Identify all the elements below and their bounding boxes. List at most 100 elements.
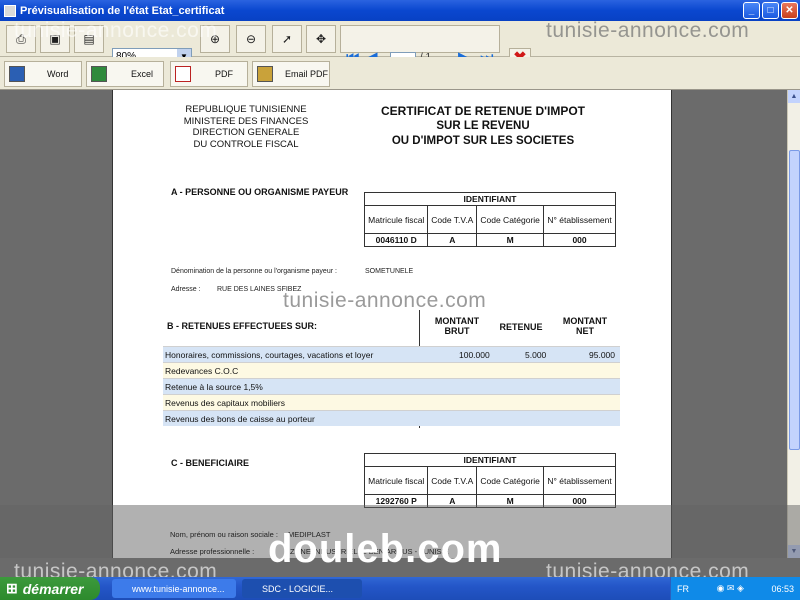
start-button[interactable]: ⊞ démarrer bbox=[0, 577, 100, 600]
export-pdf-button[interactable]: PDF bbox=[170, 61, 248, 87]
export-excel-button[interactable]: Excel bbox=[86, 61, 164, 87]
ident-header: N° établissement bbox=[543, 466, 616, 495]
move-icon: ✥ bbox=[315, 32, 327, 46]
org-line: MINISTERE DES FINANCES bbox=[183, 115, 309, 127]
ret-row-label: Honoraires, commissions, courtages, vaca… bbox=[165, 349, 374, 360]
document-page: REPUBLIQUE TUNISIENNE MINISTERE DES FINA… bbox=[112, 90, 672, 558]
ret-row-net: 95.000 bbox=[589, 349, 615, 360]
export-pdf-label: PDF bbox=[215, 69, 233, 79]
export-excel-label: Excel bbox=[131, 69, 154, 79]
ident-value: 0046110 D bbox=[363, 233, 429, 247]
page-icon: ▤ bbox=[83, 32, 95, 46]
task-label: SDC - LOGICIE... bbox=[262, 583, 334, 594]
disk-icon: ▣ bbox=[49, 32, 61, 46]
email-pdf-button[interactable]: Email PDF bbox=[252, 61, 330, 87]
ret-row-label: Redevances C.O.C bbox=[165, 365, 239, 376]
ident-title: IDENTIFIANT bbox=[364, 453, 616, 467]
ret-header-brut: MONTANT BRUT bbox=[434, 316, 480, 336]
arrow-icon: ➚ bbox=[281, 32, 293, 46]
window-controls: _ □ ✕ bbox=[743, 2, 798, 19]
certificate-title-line: CERTIFICAT DE RETENUE D'IMPOT bbox=[381, 104, 585, 118]
scroll-thumb[interactable] bbox=[789, 150, 800, 450]
zoom-in-button[interactable]: ⊕ bbox=[200, 25, 230, 53]
org-line: REPUBLIQUE TUNISIENNE bbox=[185, 104, 307, 115]
print-button[interactable]: ⎙ bbox=[6, 25, 36, 53]
minimize-button[interactable]: _ bbox=[743, 2, 760, 19]
maximize-button[interactable]: □ bbox=[762, 2, 779, 19]
section-c-heading: C - BENEFICIAIRE bbox=[171, 458, 250, 468]
table-row: Revenus des capitaux mobiliers bbox=[163, 394, 620, 410]
ident-header: Code T.V.A bbox=[427, 466, 478, 495]
certificate-title-line: SUR LE REVENU bbox=[436, 120, 530, 132]
ident-value: M bbox=[476, 233, 545, 247]
ret-row-label: Revenus des bons de caisse au porteur bbox=[165, 413, 315, 424]
ret-row-label: Retenue à la source 1,5% bbox=[165, 381, 263, 392]
title-bar: Prévisualisation de l'état Etat_certific… bbox=[0, 0, 800, 21]
word-icon bbox=[9, 66, 25, 82]
ident-header: Matricule fiscal bbox=[363, 466, 429, 495]
ident-value: A bbox=[427, 233, 478, 247]
certificate-title-line: OU D'IMPOT SUR LES SOCIETES bbox=[391, 135, 575, 147]
ret-header-net: MONTANT NET bbox=[562, 316, 608, 336]
email-pdf-label: Email PDF bbox=[285, 69, 329, 79]
tray-icons: ◉ ✉ ◈ bbox=[716, 583, 744, 593]
ident-header: Matricule fiscal bbox=[363, 205, 429, 234]
system-tray: FR ◉ ✉ ◈ 06:53 bbox=[670, 577, 800, 600]
adresse-label: Adresse : bbox=[171, 286, 201, 293]
org-line: DU CONTROLE FISCAL bbox=[193, 138, 299, 150]
pointer-tool-button[interactable]: ➚ bbox=[272, 25, 302, 53]
zoom-out-button[interactable]: ⊖ bbox=[236, 25, 266, 53]
magnifier-minus-icon: ⊖ bbox=[245, 32, 257, 46]
window-title: Prévisualisation de l'état Etat_certific… bbox=[20, 4, 225, 17]
identifiant-table-c: IDENTIFIANT Matricule fiscal Code T.V.A … bbox=[363, 453, 616, 508]
windows-flag-icon: ⊞ bbox=[6, 580, 18, 596]
watermark-logo: douleb.com bbox=[268, 527, 503, 571]
table-row: Retenue à la source 1,5% bbox=[163, 378, 620, 394]
taskbar-item-browser[interactable]: www.tunisie-annonce... bbox=[112, 579, 236, 598]
payeur-label: Dénomination de la personne ou l'organis… bbox=[171, 268, 337, 275]
vertical-scrollbar[interactable]: ▲ ▼ bbox=[787, 90, 800, 558]
taskbar-item-app[interactable]: SDC - LOGICIE... bbox=[242, 579, 362, 598]
close-window-button[interactable]: ✕ bbox=[781, 2, 798, 19]
ret-header-retenue: RETENUE bbox=[499, 322, 543, 332]
move-tool-button[interactable]: ✥ bbox=[306, 25, 336, 53]
export-word-label: Word bbox=[47, 69, 69, 79]
retenues-table: MONTANT BRUT RETENUE MONTANT NET Honorai… bbox=[163, 310, 620, 428]
identifiant-table-a: IDENTIFIANT Matricule fiscal Code T.V.A … bbox=[363, 192, 616, 247]
certificate-title: CERTIFICAT DE RETENUE D'IMPOT SUR LE REV… bbox=[363, 104, 603, 149]
task-label: www.tunisie-annonce... bbox=[132, 583, 225, 594]
ident-header: Code Catégorie bbox=[476, 466, 545, 495]
scroll-up-icon[interactable]: ▲ bbox=[788, 90, 800, 103]
save-button[interactable]: ▣ bbox=[40, 25, 70, 53]
ret-row-label: Revenus des capitaux mobiliers bbox=[165, 397, 286, 408]
pdf-icon bbox=[175, 66, 191, 82]
table-row: Revenus des bons de caisse au porteur bbox=[163, 410, 620, 426]
table-row: Honoraires, commissions, courtages, vaca… bbox=[163, 346, 620, 362]
organization-header: REPUBLIQUE TUNISIENNE MINISTERE DES FINA… bbox=[171, 104, 321, 150]
section-a-heading: A - PERSONNE OU ORGANISME PAYEUR bbox=[171, 187, 349, 197]
clock: 06:53 bbox=[771, 583, 794, 594]
ident-value: 000 bbox=[543, 233, 616, 247]
ret-row-retenue: 5.000 bbox=[525, 349, 547, 360]
org-line: DIRECTION GENERALE bbox=[192, 127, 300, 138]
ident-title: IDENTIFIANT bbox=[364, 192, 616, 206]
language-indicator[interactable]: FR bbox=[677, 584, 689, 594]
beneficiaire-adresse-label: Adresse professionnelle : bbox=[170, 547, 255, 556]
table-row: Redevances C.O.C bbox=[163, 362, 620, 378]
beneficiaire-label: Nom, prénom ou raison sociale : bbox=[170, 530, 278, 539]
export-word-button[interactable]: Word bbox=[4, 61, 82, 87]
excel-icon bbox=[91, 66, 107, 82]
taskbar: ⊞ démarrer www.tunisie-annonce... SDC - … bbox=[0, 577, 800, 600]
page-navigation-group bbox=[340, 25, 500, 53]
start-label: démarrer bbox=[22, 580, 84, 597]
ident-header: Code T.V.A bbox=[427, 205, 478, 234]
adresse-value: RUE DES LAINES SFIBEZ bbox=[217, 286, 302, 293]
ident-header: Code Catégorie bbox=[476, 205, 545, 234]
printer-icon: ⎙ bbox=[16, 31, 26, 46]
app-icon bbox=[4, 4, 16, 17]
ident-header: N° établissement bbox=[543, 205, 616, 234]
email-icon bbox=[257, 66, 273, 82]
payeur-value: SOMETUNELE bbox=[365, 268, 414, 275]
ret-row-brut: 100.000 bbox=[459, 349, 490, 360]
page-setup-button[interactable]: ▤ bbox=[74, 25, 104, 53]
